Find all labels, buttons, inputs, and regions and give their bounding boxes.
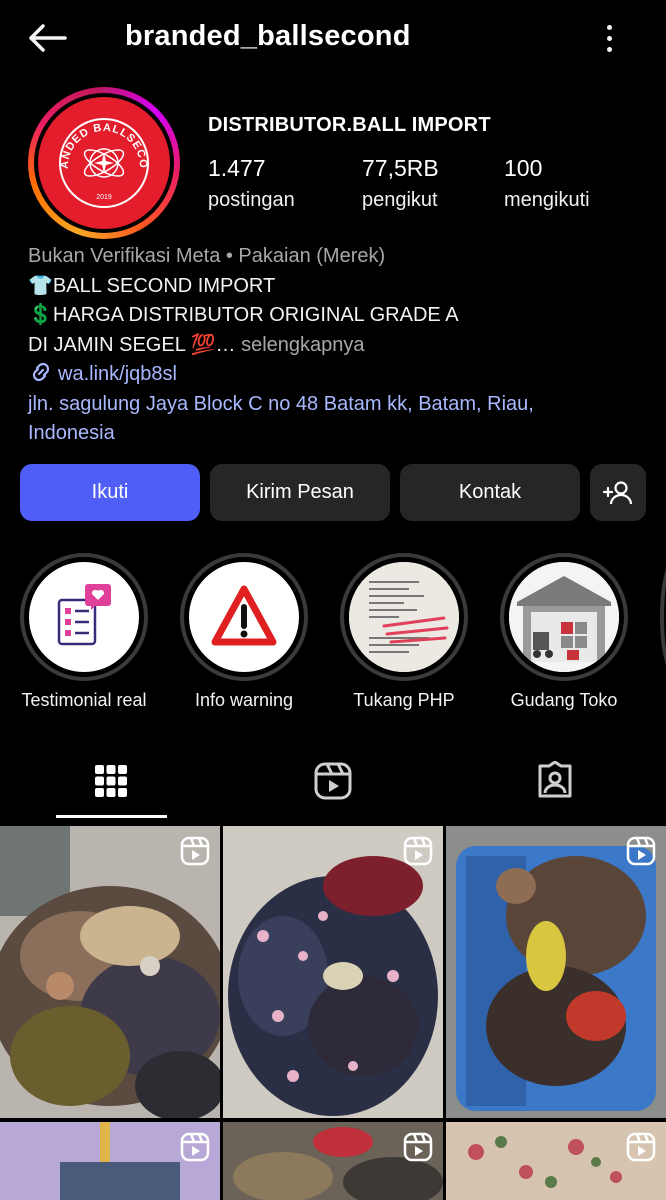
bio-address-line-1[interactable]: jln. sagulung Jaya Block C no 48 Batam k… [28, 390, 648, 420]
follow-button[interactable]: Ikuti [20, 464, 200, 521]
reel-icon [180, 1132, 210, 1167]
reel-icon [626, 836, 656, 871]
post-thumbnail[interactable] [446, 1122, 666, 1200]
profile-bio: Bukan Verifikasi Meta • Pakaian (Merek) … [28, 242, 648, 449]
highlight-label: Testimonial real [21, 690, 147, 710]
stat-posts-label: postingan [208, 189, 295, 211]
highlight-partial[interactable] [660, 557, 666, 677]
profile-username: branded_ballsecond [125, 20, 411, 52]
tab-tagged[interactable] [525, 752, 585, 810]
bio-line-1: 👕BALL SECOND IMPORT [28, 274, 276, 297]
bio-address-line-2[interactable]: Indonesia [28, 419, 648, 449]
svg-text:2019: 2019 [96, 194, 112, 201]
stat-followers-label: pengikut [362, 189, 438, 211]
post-thumbnail[interactable] [0, 1122, 220, 1200]
link-icon [32, 362, 50, 382]
highlight-label: Info warning [194, 690, 294, 710]
highlight-info-warning[interactable]: Info warning [180, 553, 308, 711]
testimonial-icon [29, 562, 139, 672]
grid-icon [95, 765, 127, 797]
warehouse-icon [509, 562, 619, 672]
chat-screenshot-image [349, 562, 459, 672]
brand-logo: BRANDED BALLSECOND 2019 [38, 97, 170, 229]
highlight-testimonial[interactable]: Testimonial real [20, 553, 148, 711]
reel-icon [403, 836, 433, 871]
stat-posts-value: 1.477 [208, 155, 266, 181]
see-more-link[interactable]: selengkapnya [241, 334, 364, 356]
add-person-icon [602, 480, 633, 504]
active-tab-indicator [56, 815, 167, 818]
post-thumbnail[interactable] [223, 826, 443, 1118]
reel-icon [180, 836, 210, 871]
contact-button[interactable]: Kontak [400, 464, 580, 521]
highlight-gudang-toko[interactable]: Gudang Toko [500, 553, 628, 711]
back-arrow-icon[interactable] [22, 18, 72, 58]
highlight-tukang-php[interactable]: Tukang PHP [340, 553, 468, 711]
add-person-button[interactable] [590, 464, 646, 521]
post-thumbnail[interactable] [223, 1122, 443, 1200]
tab-posts-grid[interactable] [81, 752, 141, 810]
message-button[interactable]: Kirim Pesan [210, 464, 390, 521]
bio-line-2: 💲HARGA DISTRIBUTOR ORIGINAL GRADE A [28, 304, 459, 326]
stat-followers-value: 77,5RB [362, 155, 439, 181]
bio-category: Bukan Verifikasi Meta • Pakaian (Merek) [28, 245, 386, 267]
profile-avatar[interactable]: BRANDED BALLSECOND 2019 [28, 87, 180, 239]
bio-link[interactable]: wa.link/jqb8sl [28, 360, 648, 390]
reels-icon [314, 762, 352, 800]
stat-following-label: mengikuti [504, 189, 590, 211]
post-thumbnail[interactable] [0, 826, 220, 1118]
stat-followers[interactable]: 77,5RB pengikut [362, 155, 439, 212]
stat-following-value: 100 [504, 155, 543, 181]
highlight-label: Tukang PHP [353, 690, 455, 710]
post-thumbnail[interactable] [446, 826, 666, 1118]
svg-text:BRANDED BALLSECOND: BRANDED BALLSECOND [38, 97, 149, 169]
stat-following[interactable]: 100 mengikuti [504, 155, 590, 212]
display-name: DISTRIBUTOR.BALL IMPORT [208, 114, 491, 136]
bio-line-3: DI JAMIN SEGEL 💯… [28, 333, 236, 356]
reel-icon [626, 1132, 656, 1167]
stat-posts[interactable]: 1.477 postingan [208, 155, 295, 212]
bio-link-text: wa.link/jqb8sl [58, 363, 177, 385]
tagged-icon [538, 761, 572, 798]
highlight-label: Gudang Toko [510, 690, 618, 710]
top-bar: branded_ballsecond [0, 0, 666, 76]
tab-reels[interactable] [303, 752, 363, 810]
more-options-icon[interactable] [594, 18, 624, 58]
reel-icon [403, 1132, 433, 1167]
warning-icon [189, 562, 299, 672]
